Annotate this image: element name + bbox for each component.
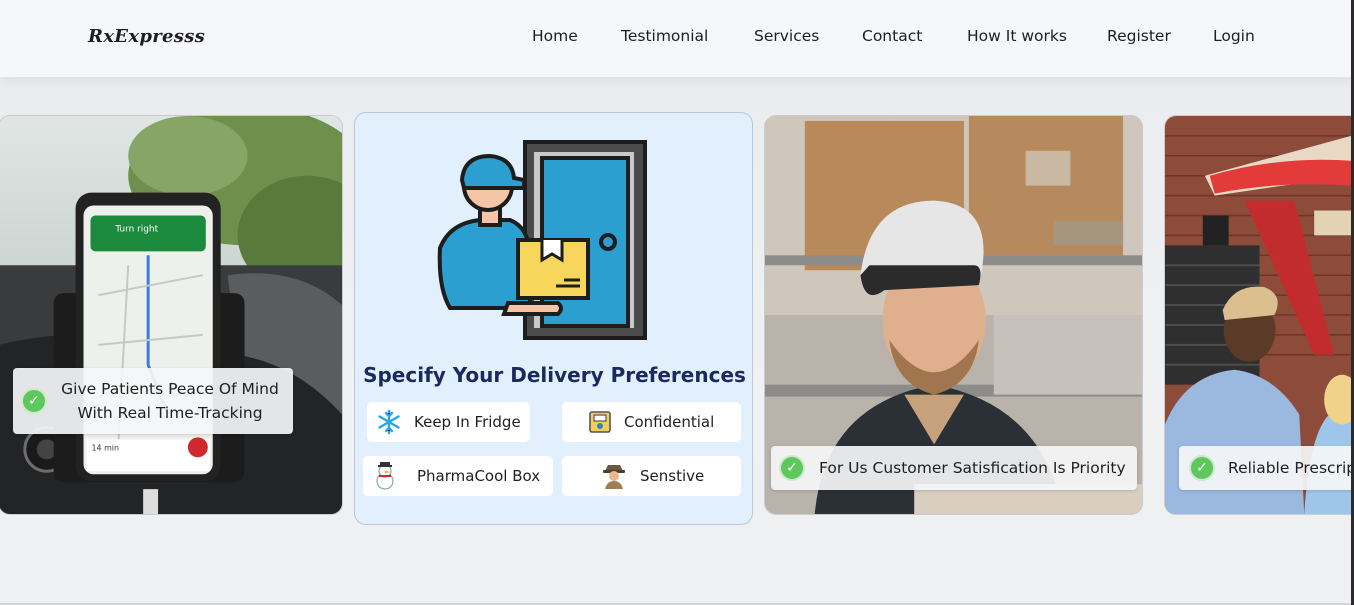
card-delivery-preferences: Specify Your Delivery Preferences Keep I… (354, 112, 753, 525)
card-customer-satisfaction[interactable]: ✓ For Us Customer Satisfication Is Prior… (764, 115, 1143, 515)
option-sensitive[interactable]: Senstive (562, 456, 741, 496)
green-check-icon: ✓ (21, 388, 47, 414)
top-navbar: RxExpresss Home Testimonial Services Con… (0, 0, 1354, 77)
preferences-title: Specify Your Delivery Preferences (363, 363, 746, 387)
option-keep-in-fridge-label: Keep In Fridge (414, 413, 521, 431)
nav-home[interactable]: Home (532, 27, 578, 45)
option-pharmacool-box[interactable]: PharmaCool Box (363, 456, 553, 496)
nav-register[interactable]: Register (1107, 27, 1171, 45)
card-real-time-tracking[interactable]: Turn right 14 min ✓ Give Patients Peace … (0, 115, 343, 515)
option-keep-in-fridge[interactable]: Keep In Fridge (367, 402, 530, 442)
option-confidential[interactable]: Confidential (562, 402, 741, 442)
tracking-caption-line1: Give Patients Peace Of Mind (61, 380, 279, 398)
snowman-icon (371, 462, 399, 490)
reliable-caption-text: Reliable Prescrip (1228, 459, 1351, 477)
tracking-caption-text: Give Patients Peace Of Mind With Real Ti… (47, 377, 293, 425)
delivery-man-door-illustration (437, 140, 647, 340)
card-reliable-prescriptions[interactable]: ✓ Reliable Prescrip (1164, 115, 1351, 515)
option-sensitive-label: Senstive (640, 467, 705, 485)
snowflake-icon (375, 408, 403, 436)
option-confidential-label: Confidential (624, 413, 715, 431)
green-check-icon: ✓ (779, 455, 805, 481)
nav-how-it-works[interactable]: How It works (967, 27, 1067, 45)
nav-services[interactable]: Services (754, 27, 819, 45)
nav-contact[interactable]: Contact (862, 27, 922, 45)
satisfaction-caption-text: For Us Customer Satisfication Is Priorit… (819, 459, 1126, 477)
green-check-icon: ✓ (1189, 455, 1215, 481)
brand-logo[interactable]: RxExpresss (88, 26, 205, 47)
confidential-box-icon (586, 408, 614, 436)
detective-icon (600, 462, 628, 490)
tracking-caption: ✓ Give Patients Peace Of Mind With Real … (13, 368, 293, 434)
svg-text:14 min: 14 min (91, 443, 119, 452)
nav-login[interactable]: Login (1213, 27, 1255, 45)
reliable-caption: ✓ Reliable Prescrip (1179, 446, 1351, 490)
nav-testimonial[interactable]: Testimonial (621, 27, 708, 45)
svg-text:Turn right: Turn right (114, 224, 158, 234)
satisfaction-caption: ✓ For Us Customer Satisfication Is Prior… (771, 446, 1137, 490)
tracking-caption-line2: With Real Time-Tracking (77, 404, 263, 422)
option-pharmacool-box-label: PharmaCool Box (417, 467, 541, 485)
phone-navigation-photo: Turn right 14 min (0, 116, 342, 514)
